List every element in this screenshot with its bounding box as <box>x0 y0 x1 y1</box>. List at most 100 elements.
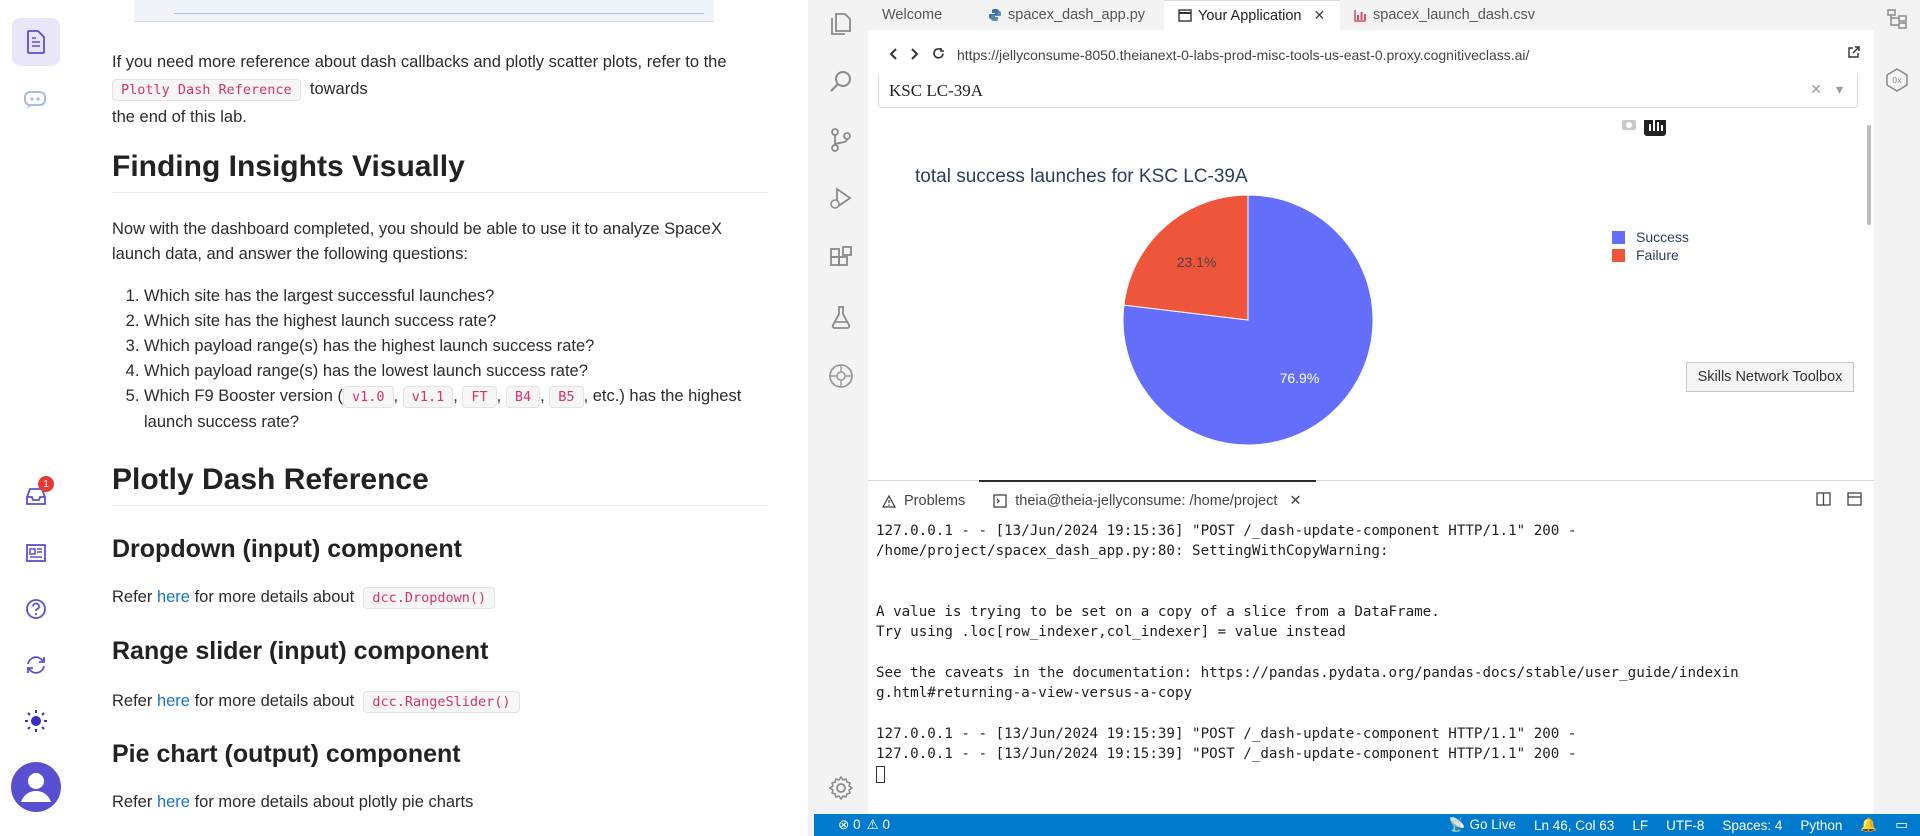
news-rail-button[interactable] <box>12 529 60 577</box>
legend-label-failure[interactable]: Failure <box>1636 247 1679 263</box>
cursor-position[interactable]: Ln 46, Col 63 <box>1534 818 1614 833</box>
tab-spacex-dash-app[interactable]: spacex_dash_app.py <box>974 0 1164 30</box>
pie-here-link[interactable]: here <box>157 793 190 811</box>
browser-scrollbar[interactable] <box>1867 125 1871 225</box>
tab-terminal[interactable]: theia@theia-jellyconsume: /home/project … <box>979 480 1316 520</box>
question-4: Which payload range(s) has the lowest la… <box>144 359 768 384</box>
explorer-button[interactable] <box>827 10 855 38</box>
url-field[interactable]: https://jellyconsume-8050.theianext-0-la… <box>957 47 1529 63</box>
chart-legend: Success Failure <box>1612 229 1689 263</box>
maximize-panel-button[interactable] <box>1847 492 1862 510</box>
insights-intro: Now with the dashboard completed, you sh… <box>112 220 722 263</box>
language-indicator[interactable]: Python <box>1800 818 1842 833</box>
chat-rail-button[interactable] <box>12 76 60 124</box>
tab-problems[interactable]: Problems <box>868 481 979 521</box>
errors-indicator[interactable]: ⊗ 0 <box>838 817 861 833</box>
q5-sep: , <box>393 387 399 405</box>
sun-icon <box>25 710 47 732</box>
indent-indicator[interactable]: Spaces: 4 <box>1722 818 1782 833</box>
question-3: Which payload range(s) has the highest l… <box>144 334 768 359</box>
tab-label: Your Application <box>1198 7 1302 24</box>
terminal-output[interactable]: 127.0.0.1 - - [13/Jun/2024 19:15:36] "PO… <box>868 521 1874 785</box>
legend-label-success[interactable]: Success <box>1636 229 1689 245</box>
source-control-button[interactable] <box>827 126 855 154</box>
instructions-rail-button[interactable] <box>12 18 60 66</box>
terminal-line: /home/project/spacex_dash_app.py:80: Set… <box>876 543 1389 560</box>
details-text: for more details about <box>194 692 355 710</box>
dropdown-here-link[interactable]: here <box>157 588 190 606</box>
problems-label: Problems <box>904 493 966 509</box>
tab-your-application[interactable]: Your Application ✕ <box>1164 0 1340 30</box>
tab-spacex-launch-csv[interactable]: spacex_launch_dash.csv <box>1340 0 1546 30</box>
profile-rail-button[interactable] <box>11 762 61 812</box>
settings-button[interactable] <box>827 774 855 802</box>
screen: 1 If you need more reference about dash … <box>0 0 1920 836</box>
newspaper-icon <box>26 544 46 562</box>
extensions-button[interactable] <box>827 244 855 272</box>
extensions-icon <box>830 246 852 266</box>
question-1: Which site has the largest successful la… <box>144 284 768 309</box>
theme-rail-button[interactable] <box>12 697 60 745</box>
search-button[interactable] <box>827 68 855 96</box>
hex-editor-button[interactable]: 0x <box>1885 68 1909 97</box>
pie-label-success: 76.9% <box>1280 370 1320 386</box>
legend-swatch-success[interactable] <box>1612 231 1625 244</box>
tab-label: spacex_launch_dash.csv <box>1373 7 1536 23</box>
range-slider-heading: Range slider (input) component <box>112 637 489 665</box>
para1-line2: the end of this lab. <box>112 108 247 126</box>
bell-icon[interactable]: 🔔 <box>1860 817 1877 833</box>
chevron-down-icon[interactable]: ▾ <box>1836 82 1843 99</box>
plotly-logo-icon[interactable] <box>1644 114 1666 136</box>
warnings-indicator[interactable]: ⚠ 0 <box>867 817 890 833</box>
go-live-label: Go Live <box>1469 817 1517 832</box>
notification-badge: 1 <box>38 476 54 492</box>
plotly-dash-reference-code[interactable]: Plotly Dash Reference <box>112 79 301 101</box>
camera-icon[interactable] <box>1622 118 1636 130</box>
slider-here-link[interactable]: here <box>157 692 190 710</box>
reload-icon <box>933 48 944 59</box>
terminal-label: theia@theia-jellyconsume: /home/project <box>1015 493 1278 509</box>
mini-browser: https://jellyconsume-8050.theianext-0-la… <box>868 30 1874 480</box>
terminal-line: 127.0.0.1 - - [13/Jun/2024 19:15:39] "PO… <box>876 746 1577 763</box>
help-rail-button[interactable] <box>12 585 60 633</box>
back-button[interactable] <box>888 47 898 63</box>
chat-ai-icon <box>24 91 46 109</box>
terminal-line: g.html#returning-a-view-versus-a-copy <box>876 685 1193 702</box>
questions-list: Which site has the largest successful la… <box>112 284 768 435</box>
go-live-button[interactable]: 📡 Go Live <box>1449 817 1516 833</box>
terminal-icon <box>993 494 1007 508</box>
outline-button[interactable] <box>1886 8 1908 35</box>
lab-button[interactable] <box>827 303 855 331</box>
refer-text: Refer <box>112 692 153 710</box>
site-dropdown-value: KSC LC-39A <box>889 80 983 100</box>
inbox-rail-button[interactable]: 1 <box>12 472 60 520</box>
run-debug-button[interactable] <box>827 184 855 212</box>
split-icon <box>1816 492 1831 506</box>
site-dropdown[interactable]: KSC LC-39A ✕ ▾ <box>878 74 1858 108</box>
close-tab-icon[interactable]: ✕ <box>1313 7 1325 24</box>
chart-file-icon <box>1354 9 1366 22</box>
layout-icon[interactable]: ▭ <box>1895 817 1908 833</box>
maximize-icon <box>1847 492 1862 506</box>
search-icon <box>830 71 851 92</box>
refresh-rail-button[interactable] <box>12 641 60 689</box>
close-terminal-icon[interactable]: ✕ <box>1289 493 1301 509</box>
open-external-button[interactable] <box>1847 46 1860 62</box>
legend-swatch-failure[interactable] <box>1612 249 1625 262</box>
git-branch-icon <box>831 128 851 152</box>
skills-toolbox-button[interactable] <box>827 362 855 390</box>
split-terminal-button[interactable] <box>1816 492 1831 510</box>
forward-button[interactable] <box>910 47 920 63</box>
code-ft: FT <box>462 386 497 408</box>
encoding-indicator[interactable]: UTF-8 <box>1666 818 1704 833</box>
dcc-dropdown-code: dcc.Dropdown() <box>363 587 496 609</box>
dropdown-heading: Dropdown (input) component <box>112 535 462 563</box>
tab-welcome[interactable]: Welcome <box>868 0 974 30</box>
reload-button[interactable] <box>932 47 945 63</box>
eol-indicator[interactable]: LF <box>1632 818 1648 833</box>
clear-icon[interactable]: ✕ <box>1810 82 1822 99</box>
q5-sep: , <box>453 387 458 405</box>
warning-count: 0 <box>882 817 890 832</box>
skills-toolbox-tooltip: Skills Network Toolbox <box>1686 362 1854 392</box>
